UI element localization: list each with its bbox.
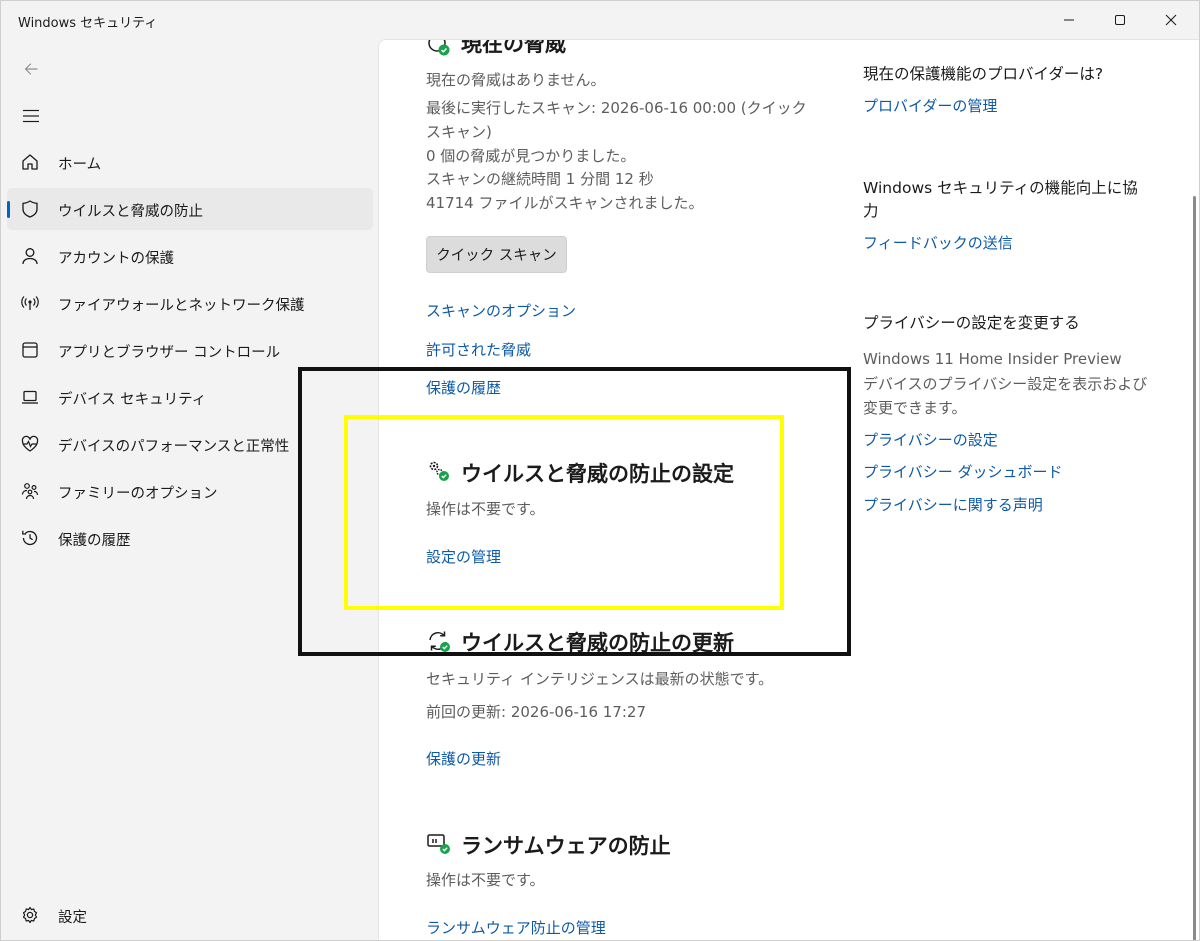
app-window: Windows セキュリティ ホーム ウイルスと脅威の防止 アカウントの保護 フ…: [0, 0, 1200, 941]
privacy-settings-title: プライバシーの設定を変更する: [863, 314, 1080, 332]
hamburger-icon: [23, 109, 39, 123]
privacy-settings-link[interactable]: プライバシーの設定: [863, 429, 998, 450]
current-threats-title: 現在の脅威: [461, 39, 566, 56]
improve-security-title-cont: 力: [863, 202, 879, 220]
scan-duration-text: スキャンの継続時間 1 分間 12 秒: [426, 170, 654, 188]
current-threats-status: 現在の脅威はありません。: [426, 71, 606, 89]
nav-item-label: ホーム: [58, 157, 102, 173]
privacy-statement-link[interactable]: プライバシーに関する声明: [863, 494, 1043, 515]
scan-options-link[interactable]: スキャンのオプション: [426, 300, 576, 321]
shield-icon: [19, 199, 41, 219]
vertical-scrollbar[interactable]: [1193, 196, 1196, 940]
history-icon: [19, 528, 41, 548]
ransomware-title: ランサムウェアの防止: [461, 834, 671, 858]
nav-item-label: アプリとブラウザー コントロール: [58, 345, 281, 361]
laptop-icon: [19, 387, 41, 407]
wifi-antenna-icon: [19, 293, 41, 313]
privacy-description: Windows 11 Home Insider Preview: [863, 350, 1122, 368]
home-icon: [19, 152, 41, 172]
nav-item-label: ウイルスと脅威の防止: [58, 204, 203, 220]
ransomware-manage-link[interactable]: ランサムウェア防止の管理: [426, 917, 606, 938]
send-feedback-link[interactable]: フィードバックの送信: [863, 232, 1013, 253]
minimize-icon: [1064, 19, 1074, 21]
privacy-dashboard-link[interactable]: プライバシー ダッシュボード: [863, 461, 1062, 482]
clock-check-icon: [426, 40, 452, 58]
maximize-button[interactable]: [1097, 1, 1143, 39]
nav-item-firewall-network[interactable]: ファイアウォールとネットワーク保護: [7, 282, 373, 324]
nav-item-label: ファイアウォールとネットワーク保護: [58, 298, 305, 314]
selection-indicator: [7, 201, 10, 218]
family-icon: [19, 481, 41, 501]
nav-item-home[interactable]: ホーム: [7, 141, 373, 183]
person-icon: [19, 246, 41, 266]
improve-security-title: Windows セキュリティの機能向上に協: [863, 179, 1138, 197]
nav-item-label: デバイス セキュリティ: [58, 392, 207, 408]
ransomware-check-icon: [426, 830, 452, 856]
back-button[interactable]: [15, 53, 47, 85]
provider-question: 現在の保護機能のプロバイダーは?: [863, 65, 1104, 83]
annotation-box-yellow: [344, 415, 784, 610]
quick-scan-button[interactable]: クイック スキャン: [426, 236, 567, 273]
nav-item-label: 保護の履歴: [58, 533, 131, 549]
protection-updates-status: セキュリティ インテリジェンスは最新の状態です。: [426, 670, 774, 688]
close-button[interactable]: [1148, 1, 1194, 39]
files-scanned-text: 41714 ファイルがスキャンされました。: [426, 194, 704, 212]
allowed-threats-link[interactable]: 許可された脅威: [426, 339, 531, 360]
last-scan-text-cont: スキャン): [426, 123, 492, 141]
nav-item-account-protection[interactable]: アカウントの保護: [7, 235, 373, 277]
privacy-description-end: 変更できます。: [863, 399, 967, 417]
gear-icon: [19, 905, 41, 925]
manage-providers-link[interactable]: プロバイダーの管理: [863, 95, 997, 116]
heart-pulse-icon: [19, 434, 41, 454]
menu-toggle-button[interactable]: [15, 100, 47, 132]
nav-item-label: 設定: [58, 910, 87, 926]
nav-item-app-browser-control[interactable]: アプリとブラウザー コントロール: [7, 329, 373, 371]
nav-item-label: アカウントの保護: [58, 251, 174, 267]
threats-found-text: 0 個の脅威が見つかりました。: [426, 147, 636, 165]
nav-item-label: ファミリーのオプション: [58, 486, 218, 502]
minimize-button[interactable]: [1046, 1, 1092, 39]
back-arrow-icon: [24, 63, 38, 75]
nav-item-label: デバイスのパフォーマンスと正常性: [58, 439, 290, 455]
title-bar: Windows セキュリティ: [1, 1, 1199, 39]
nav-item-settings[interactable]: 設定: [7, 894, 373, 936]
close-icon: [1165, 14, 1177, 26]
nav-item-virus-threat-protection[interactable]: ウイルスと脅威の防止: [7, 188, 373, 230]
privacy-description-cont: デバイスのプライバシー設定を表示および: [863, 375, 1148, 393]
app-window-icon: [19, 340, 41, 360]
ransomware-status: 操作は不要です。: [426, 871, 545, 889]
last-scan-text: 最後に実行したスキャン: 2026-06-16 00:00 (クイック: [426, 99, 807, 117]
maximize-icon: [1115, 15, 1125, 25]
last-update-text: 前回の更新: 2026-06-16 17:27: [426, 703, 646, 721]
window-title: Windows セキュリティ: [18, 16, 158, 31]
protection-update-link[interactable]: 保護の更新: [426, 748, 501, 769]
